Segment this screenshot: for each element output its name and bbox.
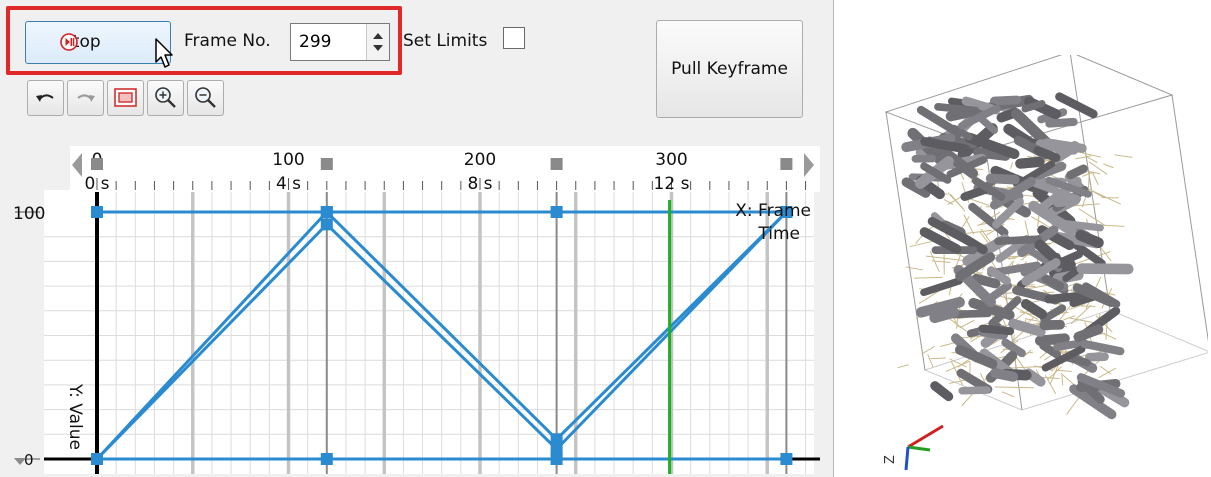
- svg-text:Z: Z: [883, 455, 898, 464]
- fine-root: [959, 319, 975, 329]
- stem-segment: [990, 368, 1019, 382]
- zoom-in-icon: [155, 87, 176, 108]
- zoom-in-button[interactable]: [147, 80, 184, 116]
- ruler-keyframe-marker[interactable]: [320, 158, 333, 170]
- fit-view-icon: [114, 88, 137, 107]
- zoom-out-button[interactable]: [187, 80, 224, 116]
- keyframe-point[interactable]: [320, 218, 333, 231]
- zoom-out-icon: [195, 87, 216, 108]
- fine-root: [897, 364, 909, 369]
- stem-segment: [1066, 164, 1088, 180]
- fine-root: [1061, 375, 1064, 386]
- keyframe-graph[interactable]: 0 100 200 300 0 s 4 s 8 s 12 s 100 0 X: …: [0, 140, 834, 477]
- stem-segment: [1080, 339, 1125, 356]
- plot-area: [44, 190, 814, 474]
- frame-tick-label: 100: [272, 150, 304, 170]
- stem-segment: [1057, 250, 1083, 266]
- stem-segment: [1042, 138, 1087, 153]
- stem-segment: [989, 95, 1022, 106]
- fine-root: [1006, 366, 1043, 369]
- stem-segment: [930, 381, 954, 402]
- fine-root: [921, 346, 936, 355]
- fine-root: [1071, 305, 1092, 324]
- ruler-keyframe-marker[interactable]: [91, 158, 103, 170]
- keyframe-point[interactable]: [550, 206, 563, 218]
- time-tick-label: 8 s: [467, 174, 492, 194]
- stem-segment: [1034, 333, 1070, 346]
- fine-root: [1001, 391, 1015, 398]
- fine-root: [1098, 367, 1117, 379]
- stem-segment: [1084, 352, 1109, 362]
- stem-segment: [1044, 290, 1095, 304]
- undo-button[interactable]: [27, 80, 64, 116]
- highlight-box: [6, 6, 402, 75]
- redo-button[interactable]: [67, 80, 104, 116]
- keyframe-point[interactable]: [550, 453, 563, 465]
- stem-segment: [985, 173, 1020, 185]
- stem-segment: [1075, 230, 1104, 249]
- stem-segment: [1073, 324, 1104, 342]
- keyframe-point[interactable]: [320, 453, 333, 465]
- stem-segment: [929, 307, 960, 324]
- y-max-label: 100: [13, 204, 45, 224]
- stem-segment: [978, 324, 1015, 336]
- stem-segment: [1015, 156, 1045, 169]
- x-axis-label: X: Frame: [735, 201, 811, 221]
- fine-root: [927, 354, 934, 368]
- tree-structure-mesh: [901, 92, 1134, 420]
- x-axis-label-time: Time: [757, 224, 800, 244]
- axis-triad-icon: Z: [883, 424, 944, 471]
- keyframe-point[interactable]: [320, 206, 333, 218]
- stem-segment: [1045, 117, 1078, 128]
- set-limits-checkbox[interactable]: [503, 27, 525, 49]
- stem-segment: [994, 235, 1043, 246]
- frame-tick-label: 300: [655, 150, 687, 170]
- fine-root: [964, 229, 992, 235]
- fine-root: [914, 276, 943, 279]
- keyframe-point[interactable]: [550, 433, 563, 446]
- set-limits-label: Set Limits: [403, 31, 488, 51]
- fine-root: [1010, 162, 1014, 170]
- keyframe-point[interactable]: [780, 453, 793, 465]
- pull-keyframe-button[interactable]: Pull Keyframe: [656, 20, 803, 118]
- stem-segment: [920, 277, 963, 297]
- stem-segment: [1052, 194, 1081, 208]
- fine-root: [1100, 366, 1112, 375]
- fine-root: [994, 386, 1035, 389]
- keyframe-point[interactable]: [91, 206, 103, 218]
- time-tick-label: 4 s: [276, 174, 301, 194]
- fine-root: [1114, 154, 1133, 158]
- fine-root: [905, 266, 924, 271]
- fine-root: [1103, 163, 1114, 169]
- stem-segment: [934, 102, 980, 115]
- fine-root: [930, 357, 946, 360]
- y-min-label: 0: [24, 451, 34, 469]
- fine-root: [959, 172, 965, 180]
- ruler-strip: [70, 146, 820, 192]
- redo-icon: [77, 94, 95, 102]
- undo-icon: [36, 94, 54, 102]
- stem-segment: [958, 386, 991, 395]
- time-tick-label: 12 s: [654, 174, 690, 194]
- ruler-keyframe-marker[interactable]: [550, 158, 563, 170]
- stem-segment: [1020, 299, 1048, 320]
- stem-segment: [971, 273, 1001, 289]
- frame-tick-label: 200: [464, 150, 496, 170]
- y-axis-label: Y: Value: [65, 383, 85, 450]
- fine-root: [1092, 172, 1099, 185]
- stem-segment: [1076, 263, 1134, 275]
- keyframe-point[interactable]: [91, 453, 103, 465]
- ruler-keyframe-marker[interactable]: [780, 158, 793, 170]
- 3d-viewport[interactable]: Z: [868, 55, 1208, 475]
- time-tick-label: 0 s: [84, 174, 109, 194]
- fit-view-button[interactable]: [107, 80, 144, 116]
- fine-root: [1056, 369, 1072, 372]
- animation-panel: Stop Frame No. 299 Set Limits Pull Keyfr…: [0, 0, 834, 477]
